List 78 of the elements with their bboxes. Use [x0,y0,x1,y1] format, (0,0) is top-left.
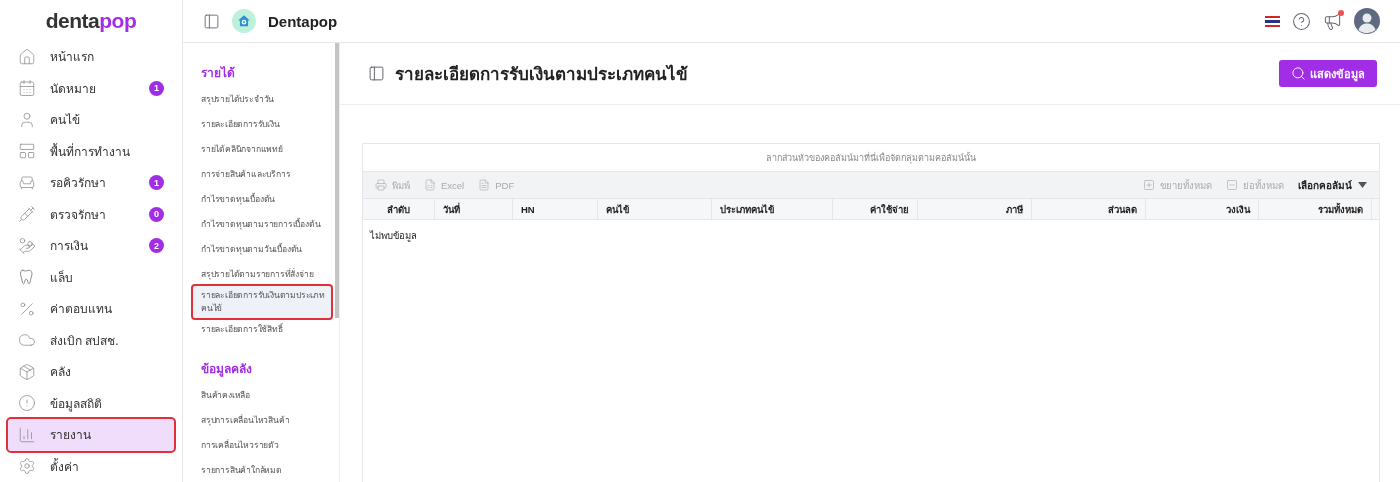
report-link[interactable]: รายได้คลินิกจากแพทย์ [193,140,331,159]
sidebar-item[interactable]: ข้อมูลสถิติ [8,387,174,419]
column-header[interactable]: รวมทั้งหมด [1259,199,1372,219]
sidebar-item[interactable]: ค่าตอบแทน [8,293,174,325]
sidebar-item[interactable]: หน้าแรก [8,41,174,73]
report-link[interactable]: สินค้าคงเหลือ [193,386,331,405]
report-link[interactable]: การจ่ายสินค้าและบริการ [193,165,331,184]
sidebar-item[interactable]: คนไข้ [8,104,174,136]
sidebar-toggle-icon[interactable] [203,12,220,30]
clinic-logo-icon [232,9,256,33]
tooth-icon [18,268,36,287]
settings-icon [18,457,36,476]
sidebar-item[interactable]: คลัง [8,356,174,388]
search-icon [1291,66,1306,81]
sidebar-item[interactable]: นัดหมาย 1 [8,72,174,104]
logo[interactable]: dentapop [0,0,182,41]
sidebar-item[interactable]: รอคิวรักษา 1 [8,167,174,199]
column-chooser[interactable]: เลือกคอลัมน์ [1298,177,1367,193]
sidebar-item[interactable]: พื้นที่การทำงาน [8,135,174,167]
sidebar-item[interactable]: แล็บ [8,261,174,293]
column-header[interactable]: ส่วนลด [1032,199,1146,219]
show-data-button[interactable]: แสดงข้อมูล [1279,60,1377,87]
hand-coins-icon [18,236,36,255]
report-link[interactable]: สรุปรายได้ตามรายการที่สั่งจ่าย [193,265,331,284]
help-icon[interactable] [1292,11,1311,31]
workspace-icon [18,142,36,161]
square-plus-icon [1143,179,1155,191]
column-header[interactable]: ประเภทคนไข้ [712,199,833,219]
count-badge: 0 [149,206,164,222]
column-header[interactable]: ภาษี [918,199,1032,219]
report-link[interactable]: รายละเอียดการรับเงิน [193,115,331,134]
report-link[interactable]: กำไรขาดทุนตามรายการเบื้องต้น [193,215,331,234]
section-title: ข้อมูลคลัง [200,361,253,378]
column-header[interactable]: HN [513,199,598,219]
page-title: รายละเอียดการรับเงินตามประเภทคนไข้ [395,63,689,86]
panel-icon[interactable] [368,65,385,82]
alert-circle-icon [18,394,36,413]
report-link[interactable]: รายการสินค้าใกล้หมด [193,461,331,480]
report-link[interactable]: กำไรขาดทุนตามวันเบื้องต้น [193,240,331,259]
sidebar-item[interactable]: ตรวจรักษา 0 [8,198,174,230]
chair-icon [18,173,36,192]
column-header[interactable]: วงเงิน [1146,199,1259,219]
printer-icon [375,179,387,191]
sidebar-item[interactable]: การเงิน 2 [8,230,174,262]
user-icon [18,110,36,129]
section-title: รายได้ [200,65,236,82]
count-badge: 2 [149,238,164,254]
clinic-name: Dentapop [268,12,339,30]
home-icon [18,47,36,66]
report-link[interactable]: การเคลื่อนไหวรายตัว [193,436,331,455]
report-link[interactable]: สรุปรายได้ประจำวัน [193,90,331,109]
column-header[interactable]: ลำดับ [363,199,435,219]
report-link[interactable]: สรุปการเคลื่อนไหวสินค้า [193,411,331,430]
report-link[interactable]: กำไรขาดทุนเบื้องต้น [193,190,331,209]
count-badge: 1 [149,80,164,96]
document-icon [478,179,491,191]
column-header[interactable]: วันที่ [435,199,513,219]
column-header[interactable]: ค่าใช้จ่าย [833,199,918,219]
sidebar-item[interactable]: ส่งเบิก สปสช. [8,324,174,356]
bar-chart-icon [18,425,36,444]
scrollbar[interactable] [335,43,339,318]
caret-icon [1358,182,1367,188]
sidebar-item[interactable]: รายงาน [8,419,174,451]
spreadsheet-icon [424,179,436,191]
column-header[interactable]: คนไข้ [598,199,712,219]
megaphone-icon[interactable] [1323,11,1342,31]
package-icon [18,362,36,381]
syringe-icon [18,205,36,224]
flag-icon[interactable] [1265,15,1280,27]
calendar-icon [18,79,36,98]
report-link[interactable]: รายละเอียดการรับเงินตามประเภทคนไข้ [193,286,331,318]
sidebar-item[interactable]: ตั้งค่า [8,450,174,482]
empty-message: ไม่พบข้อมูล [368,229,418,244]
report-link[interactable]: รายละเอียดการใช้สิทธิ์ [193,320,331,339]
percent-icon [18,299,36,318]
square-minus-icon [1226,179,1238,191]
count-badge: 1 [149,175,164,191]
avatar-icon[interactable] [1354,8,1380,34]
